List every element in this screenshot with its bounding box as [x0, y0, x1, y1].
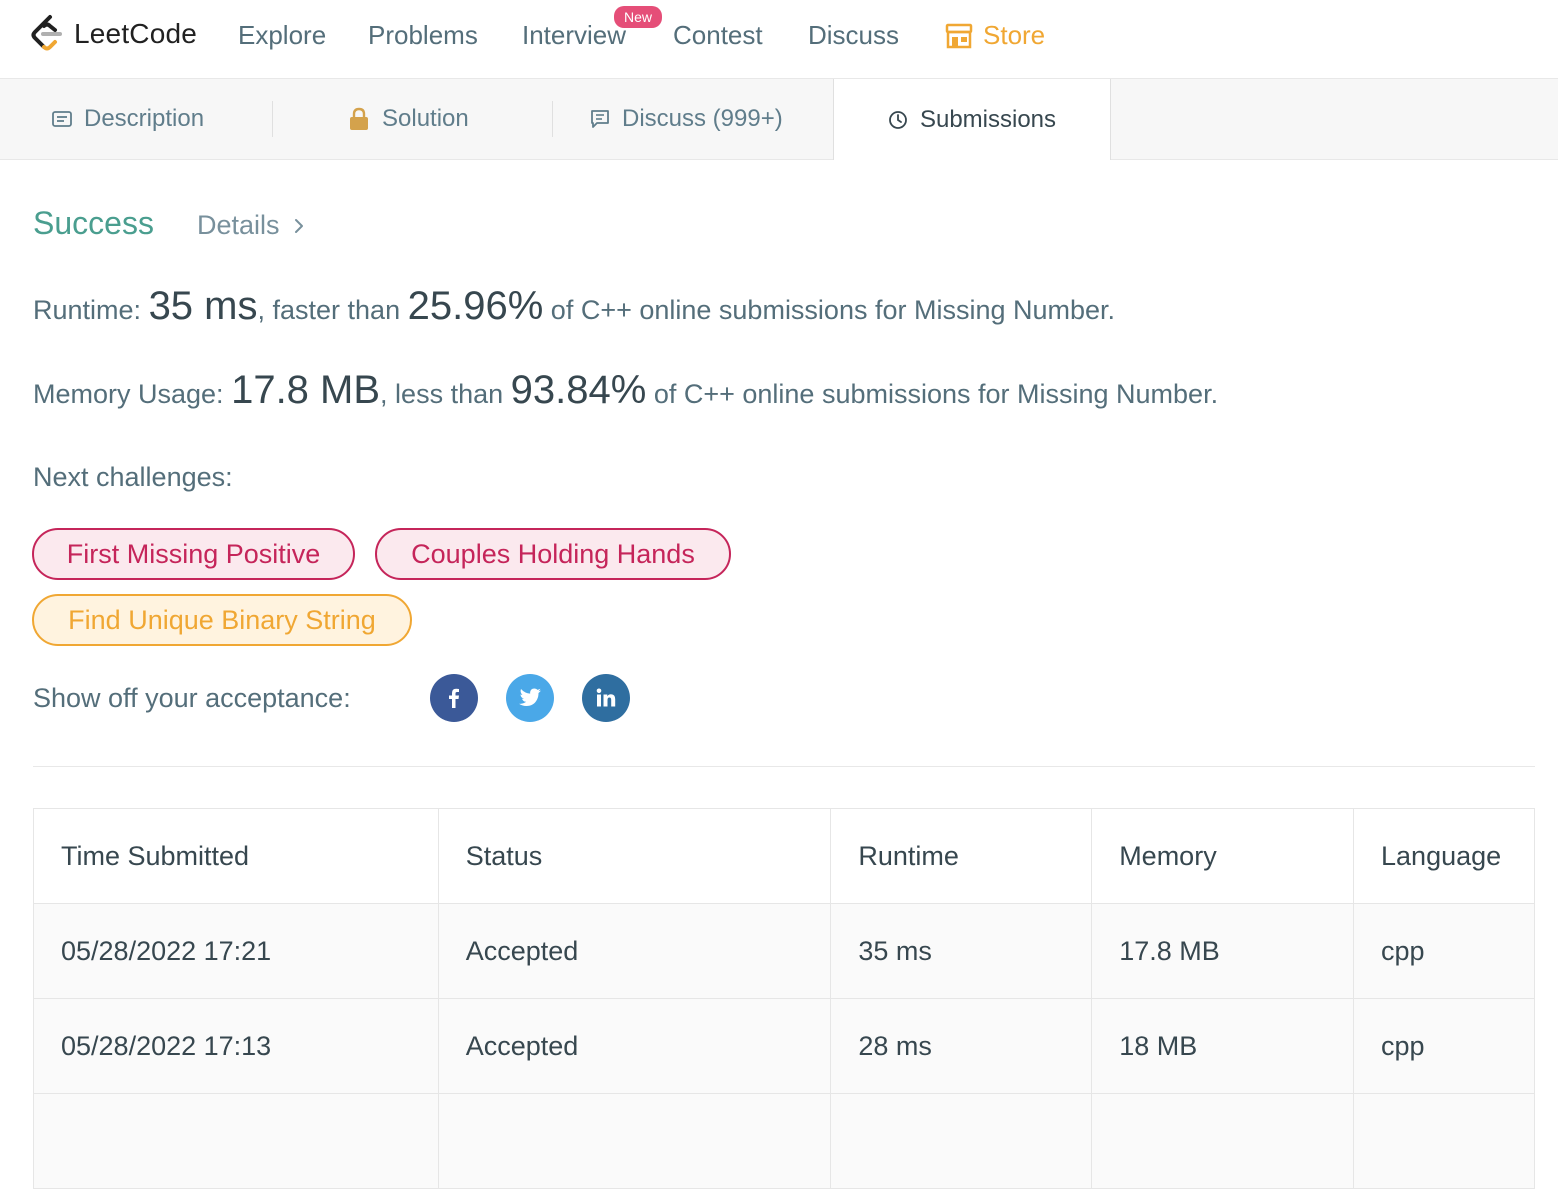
challenge-chip[interactable]: First Missing Positive	[32, 528, 355, 580]
memory-value: 17.8 MB	[231, 368, 381, 412]
cell-language: cpp	[1353, 998, 1535, 1094]
runtime-mid: , faster than	[257, 295, 401, 325]
challenge-chip[interactable]: Couples Holding Hands	[375, 528, 731, 580]
tab-submissions[interactable]: Submissions	[833, 79, 1111, 160]
cell-memory	[1091, 1093, 1355, 1189]
store-label: Store	[983, 20, 1046, 50]
clock-icon	[889, 110, 907, 129]
tab-divider	[272, 101, 273, 137]
cell-runtime	[830, 1093, 1093, 1189]
facebook-icon	[449, 688, 459, 708]
lock-icon	[350, 107, 368, 130]
table-row: 05/28/2022 17:21 Accepted 35 ms 17.8 MB …	[33, 903, 1535, 999]
header-time-submitted: Time Submitted	[33, 808, 439, 904]
memory-label: Memory Usage:	[33, 379, 224, 409]
submission-status: Success	[33, 205, 154, 241]
new-badge: New	[614, 6, 663, 28]
share-linkedin-button[interactable]	[582, 674, 630, 722]
discuss-icon	[591, 110, 609, 128]
twitter-icon	[519, 688, 541, 706]
header-runtime: Runtime	[830, 808, 1093, 904]
details-label: Details	[197, 210, 280, 240]
next-challenges-label: Next challenges:	[33, 462, 233, 492]
cell-memory: 18 MB	[1091, 998, 1355, 1094]
submissions-table: Time Submitted Status Runtime Memory Lan…	[33, 808, 1535, 1189]
cell-time	[33, 1093, 439, 1189]
cell-time: 05/28/2022 17:13	[33, 998, 439, 1094]
tab-discuss[interactable]: Discuss (999+)	[590, 79, 783, 159]
tab-submissions-label: Submissions	[919, 105, 1057, 133]
table-header-row: Time Submitted Status Runtime Memory Lan…	[33, 808, 1535, 904]
nav-discuss[interactable]: Discuss	[808, 20, 899, 51]
runtime-stat: Runtime: 35 ms, faster than 25.96% of C+…	[33, 284, 1115, 329]
tab-solution[interactable]: Solution	[348, 79, 469, 159]
tab-divider	[552, 101, 553, 137]
tab-description-label: Description	[84, 105, 205, 132]
cell-time: 05/28/2022 17:21	[33, 903, 439, 999]
chevron-right-icon	[294, 218, 303, 233]
nav-explore[interactable]: Explore	[238, 20, 326, 51]
leetcode-logo-icon	[31, 15, 62, 51]
cell-status-link[interactable]: Accepted	[437, 998, 832, 1094]
cell-runtime: 35 ms	[830, 903, 1093, 999]
header-language: Language	[1353, 808, 1535, 904]
problem-tabs: Description Solution Discuss (999+) Subm…	[0, 79, 1558, 160]
cell-status-link[interactable]	[437, 1093, 832, 1189]
description-icon	[52, 111, 72, 127]
details-link[interactable]: Details	[197, 210, 304, 241]
memory-mid: , less than	[380, 379, 504, 409]
share-twitter-button[interactable]	[506, 674, 554, 722]
runtime-label: Runtime:	[33, 295, 142, 325]
runtime-percentile: 25.96%	[407, 284, 544, 328]
nav-store[interactable]: Store	[945, 20, 1045, 51]
cell-runtime: 28 ms	[830, 998, 1093, 1094]
memory-percentile: 93.84%	[510, 368, 647, 412]
challenge-chip[interactable]: Find Unique Binary String	[32, 594, 412, 646]
header-status: Status	[437, 808, 832, 904]
header-memory: Memory	[1091, 808, 1355, 904]
logo[interactable]: LeetCode	[30, 14, 197, 54]
tab-discuss-label: Discuss (999+)	[622, 105, 783, 132]
table-row	[33, 1093, 1535, 1189]
share-facebook-button[interactable]	[430, 674, 478, 722]
section-divider	[33, 766, 1535, 767]
memory-tail: of C++ online submissions for Missing Nu…	[653, 379, 1219, 409]
nav-interview[interactable]: Interview	[522, 20, 626, 51]
runtime-tail: of C++ online submissions for Missing Nu…	[550, 295, 1116, 325]
cell-language	[1353, 1093, 1535, 1189]
cell-status-link[interactable]: Accepted	[437, 903, 832, 999]
nav-contest[interactable]: Contest	[673, 20, 763, 51]
linkedin-icon	[596, 688, 616, 707]
runtime-value: 35 ms	[148, 284, 258, 328]
cell-language: cpp	[1353, 903, 1535, 999]
tab-solution-label: Solution	[382, 105, 469, 132]
table-row: 05/28/2022 17:13 Accepted 28 ms 18 MB cp…	[33, 998, 1535, 1094]
cell-memory: 17.8 MB	[1091, 903, 1355, 999]
nav-problems[interactable]: Problems	[368, 20, 478, 51]
share-label: Show off your acceptance:	[33, 683, 351, 713]
memory-stat: Memory Usage: 17.8 MB, less than 93.84% …	[33, 368, 1218, 413]
store-icon	[945, 23, 973, 48]
top-navbar: LeetCode Explore Problems Interview New …	[0, 0, 1558, 79]
logo-text: LeetCode	[74, 18, 198, 49]
tab-description[interactable]: Description	[52, 79, 204, 159]
